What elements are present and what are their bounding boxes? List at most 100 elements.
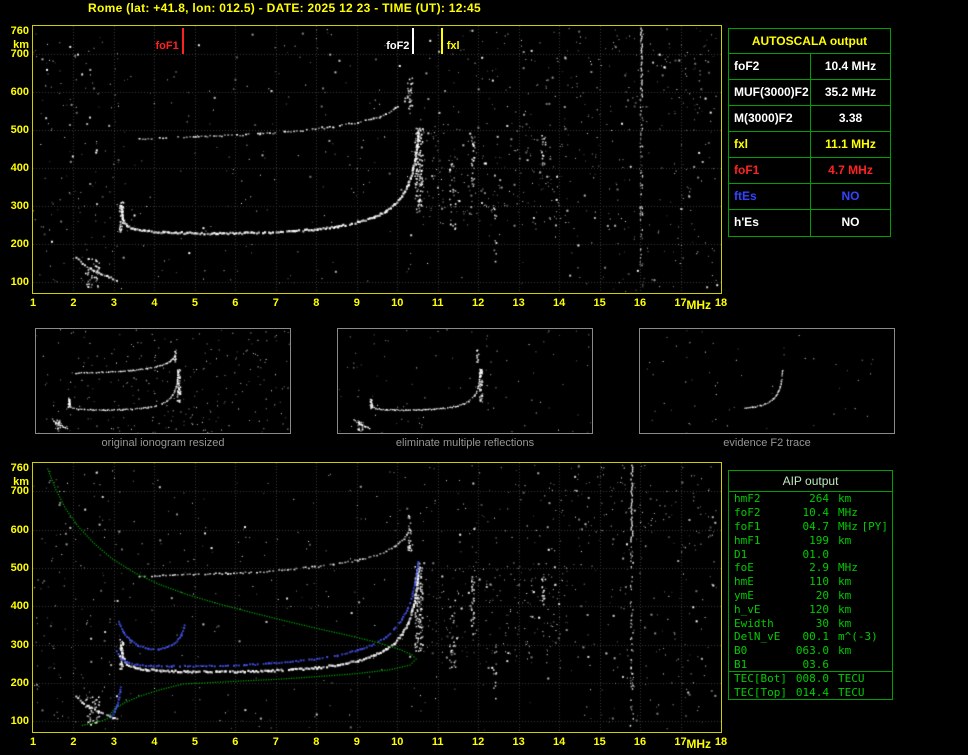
autoscala-table-title: AUTOSCALA output <box>729 29 890 54</box>
autoscala-row: h'Es NO <box>729 210 890 236</box>
autoscala-row: MUF(3000)F2 35.2 MHz <box>729 80 890 106</box>
x-tick-label: 10 <box>391 736 404 748</box>
aip-row: TEC[Bot] 008.0 TECU <box>729 671 892 685</box>
x-tick-label: 8 <box>313 736 320 748</box>
aip-row-unit: km <box>838 533 852 547</box>
aip-row-value: 264 <box>809 492 829 506</box>
x-tick-label: 4 <box>151 736 158 748</box>
aip-row-unit: TECU <box>838 685 865 699</box>
x-tick-label: 18 <box>714 297 728 309</box>
aip-row-value: 03.6 <box>802 657 830 671</box>
aip-row-value: 20 <box>815 588 829 602</box>
autoscala-row-label: foF2 <box>729 54 811 79</box>
ionogram-canvas-aip <box>33 463 721 732</box>
x-tick-label: 17 <box>674 297 687 309</box>
aip-row-value: 10.4 <box>802 506 830 520</box>
y-axis-unit: km <box>13 39 29 52</box>
x-tick-label: 11 <box>431 736 444 748</box>
thumbnail-caption-original: original ionogram resized <box>101 437 225 449</box>
aip-row-unit: km <box>838 588 852 602</box>
marker-line-foF1 <box>181 28 184 54</box>
ionogram-plot-scaled <box>32 25 722 294</box>
aip-row: B0 063.0 km <box>729 644 892 658</box>
aip-row: foE 2.9 MHz <box>729 561 892 575</box>
autoscala-row-value: 4.7 MHz <box>828 163 873 177</box>
autoscala-row-value: 35.2 MHz <box>824 85 877 99</box>
aip-row: DelN_vE 00.1 m^(-3) <box>729 630 892 644</box>
thumbnail-no-multiples <box>337 328 593 434</box>
x-tick-label: 18 <box>714 736 728 748</box>
autoscala-row-label: foF1 <box>729 158 811 183</box>
aip-row: TEC[Top] 014.4 TECU <box>729 685 892 699</box>
y-tick-label: 400 <box>10 162 29 175</box>
y-tick-label: 500 <box>10 124 29 137</box>
aip-row-label: ymE <box>734 588 754 602</box>
aip-row-label: D1 <box>734 547 748 561</box>
aip-row-label: foF2 <box>734 506 761 520</box>
aip-row-value: 199 <box>809 533 829 547</box>
marker-label-fxl: fxl <box>446 40 460 52</box>
y-tick-label: 300 <box>10 200 29 213</box>
aip-row-value: 01.0 <box>802 547 830 561</box>
aip-row-label: TEC[Bot] <box>734 672 787 686</box>
aip-table-body: hmF2 264 km foF2 10.4 MHz foF1 04.7 MHz [PY] hmF1 1… <box>729 492 892 699</box>
aip-row-unit: km <box>838 602 852 616</box>
marker-line-fxl <box>440 28 443 54</box>
autoscala-row-value: NO <box>841 189 860 203</box>
y-tick-label: 760 <box>10 25 29 38</box>
autoscala-row: ftEs NO <box>729 184 890 210</box>
autoscala-row-value: 11.1 MHz <box>825 137 876 151</box>
x-tick-label: 10 <box>391 297 404 309</box>
x-tick-label: 16 <box>633 736 647 748</box>
marker-line-foF2 <box>412 28 415 54</box>
aip-row-value: 2.9 <box>809 561 829 575</box>
x-tick-label: 14 <box>552 297 566 309</box>
thumbnail-caption-f2-evidence: evidence F2 trace <box>723 437 811 449</box>
aip-row-label: hmF1 <box>734 533 761 547</box>
x-tick-label: 17 <box>674 736 687 748</box>
autoscala-application-screen: Rome (lat: +41.8, lon: 012.5) - DATE: 20… <box>0 0 968 755</box>
y-tick-label: 200 <box>10 238 29 251</box>
x-axis-unit: MHz <box>686 298 712 312</box>
aip-row-unit: km <box>838 492 852 506</box>
x-tick-label: 8 <box>313 297 320 309</box>
y-tick-label: 200 <box>10 676 29 689</box>
aip-row: hmF1 199 km <box>729 533 892 547</box>
autoscala-row-label: ftEs <box>729 184 811 209</box>
x-tick-label: 7 <box>272 297 279 309</box>
autoscala-row-label: fxl <box>729 132 811 157</box>
aip-row-label: h_vE <box>734 602 761 616</box>
x-tick-label: 11 <box>431 297 444 309</box>
x-tick-label: 9 <box>353 736 360 748</box>
thumbnail-f2-evidence <box>639 328 895 434</box>
aip-row-unit: MHz <box>838 561 858 575</box>
y-tick-label: 500 <box>10 561 29 574</box>
autoscala-row: M(3000)F2 3.38 <box>729 106 890 132</box>
x-tick-label: 15 <box>593 736 606 748</box>
x-tick-label: 2 <box>70 736 77 748</box>
x-tick-label: 13 <box>512 736 525 748</box>
thumbnail-original-ionogram <box>35 328 291 434</box>
aip-table-title: AIP output <box>729 471 892 492</box>
aip-output-table: AIP output hmF2 264 km foF2 10.4 MHz foF1 04.7 M… <box>728 470 893 700</box>
y-tick-label: 100 <box>10 276 29 289</box>
x-tick-label: 15 <box>593 297 606 309</box>
x-tick-label: 5 <box>191 297 198 309</box>
x-tick-label: 3 <box>110 736 117 748</box>
x-tick-label: 4 <box>151 297 158 309</box>
aip-row-label: foE <box>734 561 754 575</box>
aip-row-label: Ewidth <box>734 616 774 630</box>
x-tick-label: 5 <box>191 736 198 748</box>
autoscala-row: foF2 10.4 MHz <box>729 54 890 80</box>
aip-row: ymE 20 km <box>729 589 892 603</box>
ionogram-canvas-scaled <box>33 26 721 293</box>
aip-row-label: B0 <box>734 644 748 658</box>
x-tick-label: 12 <box>472 736 485 748</box>
aip-row-label: B1 <box>734 657 748 671</box>
x-tick-label: 1 <box>29 736 37 748</box>
autoscala-row-value: NO <box>841 215 860 229</box>
x-tick-label: 3 <box>110 297 117 309</box>
aip-row-label: foF1 <box>734 519 761 533</box>
autoscala-row-label: h'Es <box>729 210 811 236</box>
x-tick-label: 12 <box>472 297 485 309</box>
